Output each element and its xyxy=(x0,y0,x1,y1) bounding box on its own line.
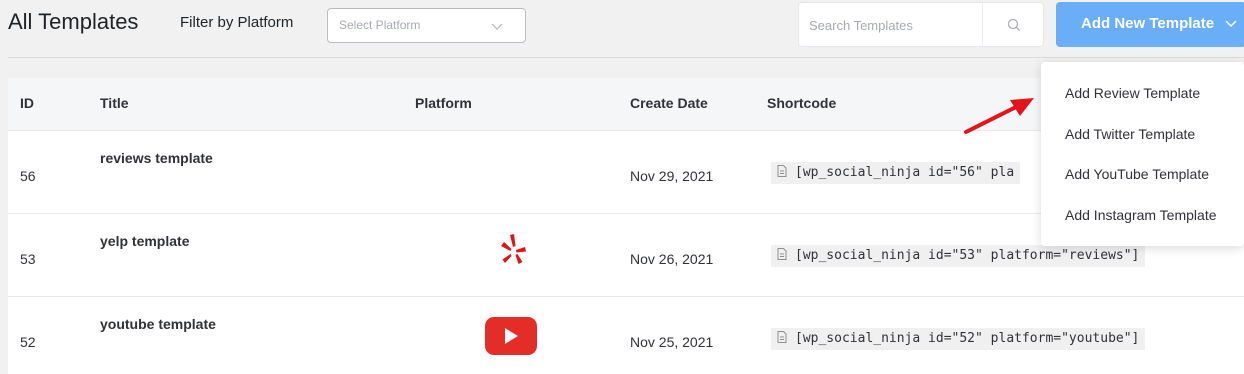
row-title[interactable]: youtube template xyxy=(100,316,216,332)
row-shortcode-text: [wp_social_ninja id="53" platform="revie… xyxy=(795,248,1140,263)
search-icon[interactable] xyxy=(1007,18,1021,32)
row-shortcode-text: [wp_social_ninja id="52" platform="youtu… xyxy=(795,331,1140,346)
yelp-icon xyxy=(501,234,526,264)
column-header-create-date[interactable]: Create Date xyxy=(630,95,708,111)
row-shortcode[interactable]: [wp_social_ninja id="53" platform="revie… xyxy=(771,245,1146,267)
add-new-template-button[interactable]: Add New Template xyxy=(1056,2,1244,47)
annotation-arrow xyxy=(964,98,1034,134)
menu-item-add-twitter-template[interactable]: Add Twitter Template xyxy=(1065,126,1195,142)
row-date: Nov 29, 2021 xyxy=(630,168,714,184)
row-id: 53 xyxy=(20,251,36,267)
row-shortcode[interactable]: [wp_social_ninja id="56" pla xyxy=(771,162,1021,184)
menu-item-add-youtube-template[interactable]: Add YouTube Template xyxy=(1065,166,1209,182)
youtube-icon xyxy=(485,317,537,355)
row-shortcode-text: [wp_social_ninja id="56" pla xyxy=(795,165,1015,180)
table-row[interactable]: 52 youtube template Nov 25, 2021 [wp_soc… xyxy=(8,297,1244,374)
menu-item-add-review-template[interactable]: Add Review Template xyxy=(1065,85,1200,101)
row-date: Nov 25, 2021 xyxy=(630,334,714,350)
topbar: All Templates Filter by Platform Select … xyxy=(0,0,1244,58)
document-icon xyxy=(777,331,787,343)
row-title[interactable]: yelp template xyxy=(100,233,189,249)
document-icon xyxy=(777,165,787,177)
menu-item-add-instagram-template[interactable]: Add Instagram Template xyxy=(1065,207,1217,223)
row-date: Nov 26, 2021 xyxy=(630,251,714,267)
page-title: All Templates xyxy=(8,9,139,34)
search-divider xyxy=(982,3,983,46)
search-templates[interactable]: Search Templates xyxy=(798,2,1044,47)
row-id: 52 xyxy=(20,334,36,350)
column-header-title[interactable]: Title xyxy=(100,95,129,111)
chevron-down-icon xyxy=(1225,20,1237,27)
platform-select-placeholder: Select Platform xyxy=(339,18,421,32)
add-template-dropdown: Add Review Template Add Twitter Template… xyxy=(1041,62,1244,246)
search-input[interactable]: Search Templates xyxy=(809,18,913,33)
header-divider xyxy=(8,57,1244,58)
filter-label: Filter by Platform xyxy=(180,14,294,31)
document-icon xyxy=(777,248,787,260)
add-new-template-label: Add New Template xyxy=(1081,15,1215,32)
row-id: 56 xyxy=(20,168,36,184)
column-header-id[interactable]: ID xyxy=(20,95,34,111)
platform-select[interactable]: Select Platform xyxy=(327,8,526,43)
column-header-shortcode[interactable]: Shortcode xyxy=(767,95,836,111)
row-shortcode[interactable]: [wp_social_ninja id="52" platform="youtu… xyxy=(771,328,1146,350)
chevron-down-icon xyxy=(491,23,503,30)
row-title[interactable]: reviews template xyxy=(100,150,213,166)
column-header-platform[interactable]: Platform xyxy=(415,95,472,111)
